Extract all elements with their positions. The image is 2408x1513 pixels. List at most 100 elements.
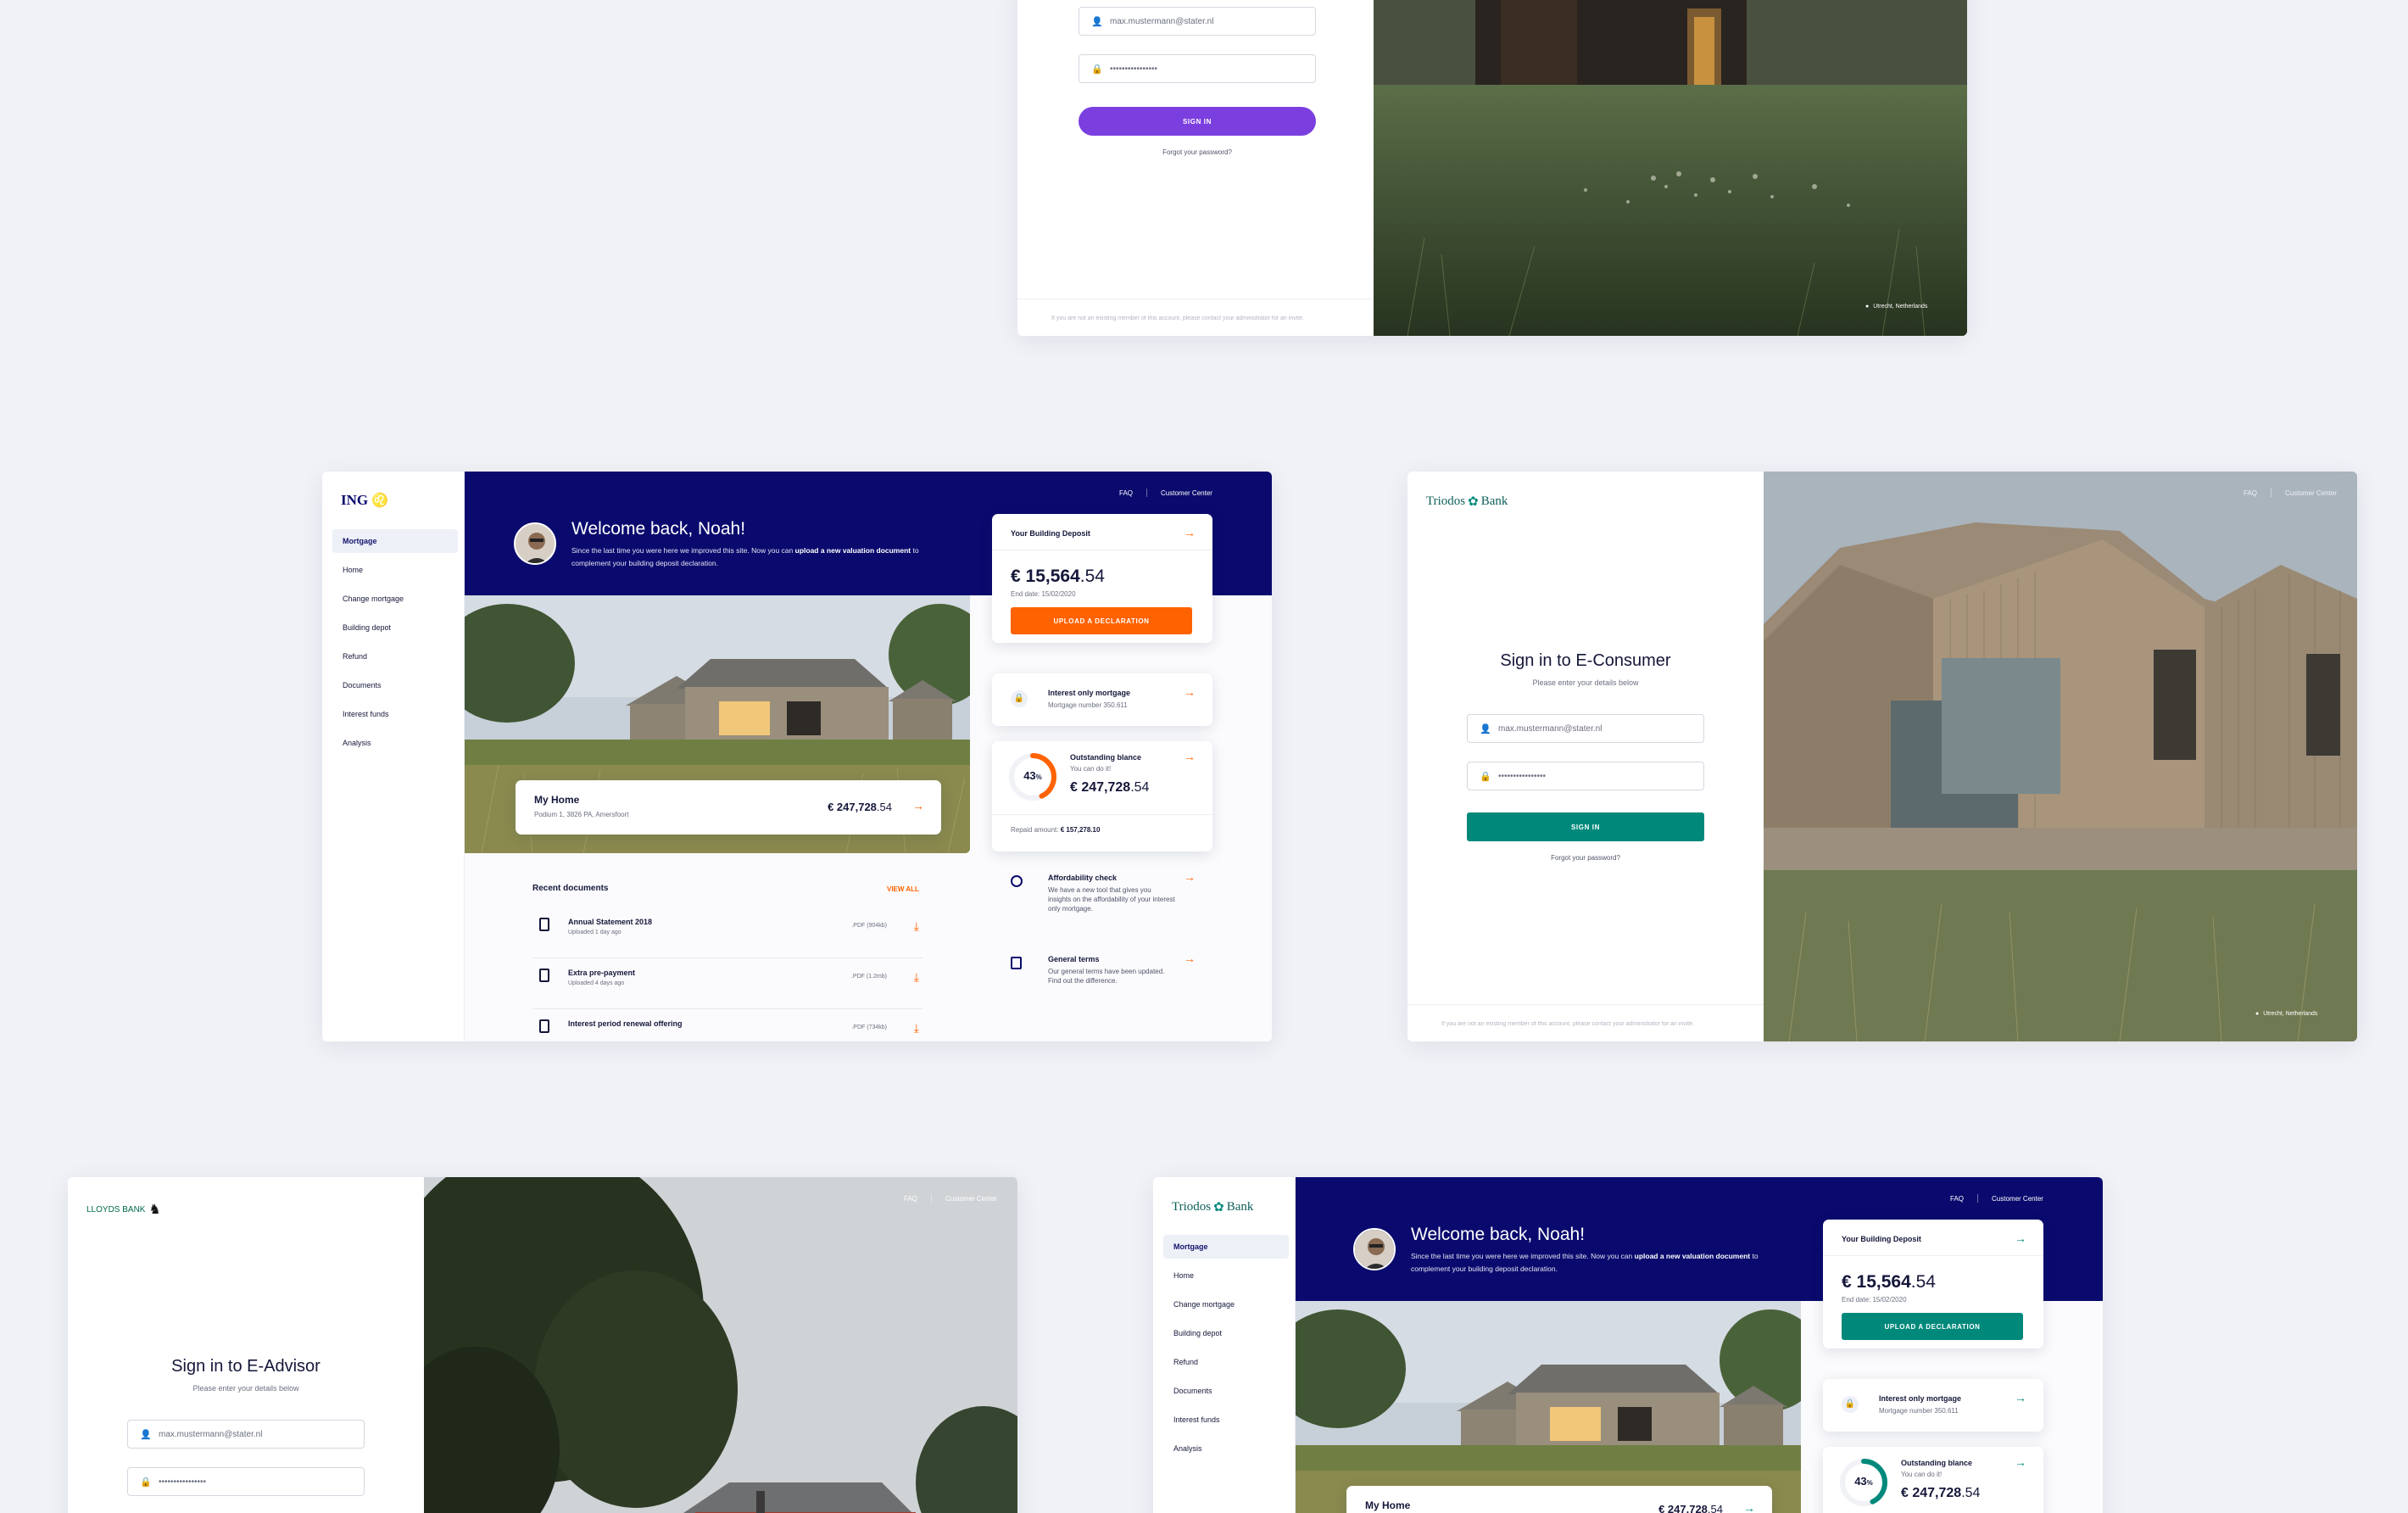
customer-center-link[interactable]: Customer Center: [945, 1195, 997, 1203]
document-name: Annual Statement 2018: [568, 918, 653, 926]
my-home-amount: € 247,728.54: [1658, 1503, 1723, 1513]
my-home-card[interactable]: My Home € 247,728.54 →: [1346, 1486, 1772, 1513]
footer-divider: [1407, 1004, 1764, 1005]
faq-link[interactable]: FAQ: [1119, 489, 1133, 497]
document-size: .PDF (1.2mb): [850, 974, 887, 980]
customer-center-link[interactable]: Customer Center: [1992, 1195, 2043, 1203]
arrow-right-icon[interactable]: →: [1743, 1501, 1755, 1513]
sidebar-item-mortgage[interactable]: Mortgage: [332, 529, 458, 553]
download-icon[interactable]: ⤓: [914, 919, 919, 934]
document-name: Extra pre-payment: [568, 969, 636, 977]
sign-in-button[interactable]: SIGN IN: [1467, 812, 1704, 841]
sidebar-item-refund[interactable]: Refund: [1163, 1350, 1289, 1374]
affordability-item[interactable]: Affordability check We have a new tool t…: [992, 870, 1212, 930]
faq-link[interactable]: FAQ: [2244, 489, 2257, 497]
dashboard-main: FAQ Customer Center Welcome back, Noah! …: [465, 472, 1272, 1041]
login-card-purple: 👤 max.mustermann@stater.nl 🔒 •••••••••••…: [1017, 0, 1967, 336]
email-field[interactable]: 👤 max.mustermann@stater.nl: [127, 1420, 365, 1449]
lloyds-login-card: LLOYDS BANK ♞ Sign in to E-Advisor Please…: [68, 1177, 1017, 1513]
customer-center-link[interactable]: Customer Center: [1161, 489, 1212, 497]
email-field[interactable]: 👤 max.mustermann@stater.nl: [1467, 714, 1704, 743]
arrow-right-icon[interactable]: →: [912, 799, 924, 812]
lock-icon: 🔒: [1091, 64, 1103, 75]
building-deposit-card: Your Building Deposit → € 15,564.54 End …: [1823, 1220, 2043, 1348]
interest-only-title: Interest only mortgage: [1048, 689, 1131, 697]
ing-logo[interactable]: ING ♌: [341, 492, 388, 509]
house-shield-icon: 🔒: [1011, 690, 1028, 707]
sidebar-item-interest-funds[interactable]: Interest funds: [1163, 1408, 1289, 1432]
avatar[interactable]: [1353, 1228, 1396, 1270]
triodos-logo[interactable]: Triodos ✿ Bank: [1172, 1199, 1253, 1215]
outstanding-amount: € 247,728.54: [1070, 780, 1150, 795]
my-home-card[interactable]: My Home Podium 1, 3826 PA, Amersfoort € …: [516, 780, 941, 835]
outstanding-balance-card[interactable]: 43% Outstanding blance You can do it! € …: [992, 741, 1212, 851]
sidebar-item-refund[interactable]: Refund: [332, 645, 458, 668]
upload-declaration-button[interactable]: UPLOAD A DECLARATION: [1011, 607, 1192, 634]
upload-declaration-button[interactable]: UPLOAD A DECLARATION: [1842, 1313, 2023, 1340]
arrow-right-icon[interactable]: →: [2015, 1391, 2026, 1404]
lloyds-logo[interactable]: LLOYDS BANK ♞: [86, 1201, 161, 1218]
sidebar-item-building-depot[interactable]: Building depot: [1163, 1321, 1289, 1345]
house-shield-icon: 🔒: [1842, 1396, 1859, 1413]
email-field[interactable]: 👤 max.mustermann@stater.nl: [1079, 7, 1316, 36]
customer-center-link[interactable]: Customer Center: [2285, 489, 2337, 497]
my-home-address: Podium 1, 3826 PA, Amersfoort: [534, 811, 629, 818]
arrow-right-icon[interactable]: →: [2015, 1231, 2026, 1245]
avatar[interactable]: [514, 522, 556, 565]
welcome-title: Welcome back, Noah!: [1411, 1225, 1586, 1244]
sidebar-item-home[interactable]: Home: [1163, 1264, 1289, 1287]
arrow-right-icon[interactable]: →: [1184, 685, 1196, 699]
triodos-flower-icon: ✿: [1213, 1201, 1224, 1214]
welcome-title: Welcome back, Noah!: [571, 519, 746, 539]
progress-percent: 43%: [1023, 769, 1042, 782]
upload-valuation-link[interactable]: upload a new valuation document: [1635, 1252, 1751, 1260]
forgot-password-link[interactable]: Forgot your password?: [1467, 854, 1704, 862]
password-field[interactable]: 🔒 ••••••••••••••••: [1467, 762, 1704, 790]
top-nav: FAQ Customer Center: [1119, 489, 1212, 497]
interest-only-sub: Mortgage number 350.611: [1879, 1407, 1959, 1415]
login-title: Sign in to E-Consumer: [1500, 651, 1671, 670]
login-subtitle: Please enter your details below: [1532, 678, 1639, 687]
sidebar-item-interest-funds[interactable]: Interest funds: [332, 702, 458, 726]
sidebar-item-change-mortgage[interactable]: Change mortgage: [1163, 1292, 1289, 1316]
email-value: max.mustermann@stater.nl: [1110, 16, 1214, 26]
faq-link[interactable]: FAQ: [1950, 1195, 1964, 1203]
document-row[interactable]: Annual Statement 2018 Uploaded 1 day ago.…: [532, 909, 923, 958]
sidebar-item-home[interactable]: Home: [332, 558, 458, 582]
document-row[interactable]: Interest period renewal offering .PDF (73…: [532, 1011, 923, 1041]
sidebar-item-building-depot[interactable]: Building depot: [332, 616, 458, 639]
forgot-password-link[interactable]: Forgot your password?: [1079, 148, 1316, 156]
horse-icon: ♞: [148, 1203, 161, 1217]
sidebar-item-mortgage[interactable]: Mortgage: [1163, 1235, 1289, 1259]
faq-link[interactable]: FAQ: [904, 1195, 917, 1203]
sidebar-item-documents[interactable]: Documents: [332, 673, 458, 697]
deposit-end-date: End date: 15/02/2020: [1011, 590, 1076, 598]
general-terms-item[interactable]: General terms Our general terms have bee…: [992, 952, 1212, 1011]
download-icon[interactable]: ⤓: [914, 1021, 919, 1036]
arrow-right-icon[interactable]: →: [1184, 952, 1196, 965]
sidebar-item-analysis[interactable]: Analysis: [332, 731, 458, 755]
top-nav: FAQ Customer Center: [2244, 489, 2337, 497]
login-title: Sign in to E-Advisor: [171, 1357, 321, 1376]
arrow-right-icon[interactable]: →: [2015, 1455, 2026, 1469]
password-field[interactable]: 🔒 ••••••••••••••••: [1079, 54, 1316, 83]
arrow-right-icon[interactable]: →: [1184, 526, 1196, 539]
interest-only-card[interactable]: 🔒 Interest only mortgage Mortgage number…: [1823, 1379, 2043, 1432]
sidebar: Triodos ✿ Bank Mortgage Home Change mortgage…: [1153, 1177, 1296, 1513]
deposit-title: Your Building Deposit: [1011, 529, 1090, 538]
sign-in-button[interactable]: SIGN IN: [1079, 107, 1316, 136]
interest-only-card[interactable]: 🔒 Interest only mortgage Mortgage number…: [992, 673, 1212, 726]
triodos-logo[interactable]: Triodos ✿ Bank: [1426, 494, 1508, 510]
outstanding-balance-card[interactable]: 43% Outstanding blance You can do it! € …: [1823, 1447, 2043, 1513]
upload-valuation-link[interactable]: upload a new valuation document: [795, 546, 911, 555]
arrow-right-icon[interactable]: →: [1184, 750, 1196, 763]
password-field[interactable]: 🔒 ••••••••••••••••: [127, 1467, 365, 1496]
sidebar-item-analysis[interactable]: Analysis: [1163, 1437, 1289, 1460]
sidebar-item-documents[interactable]: Documents: [1163, 1379, 1289, 1403]
sidebar-item-change-mortgage[interactable]: Change mortgage: [332, 587, 458, 611]
view-all-link[interactable]: VIEW ALL: [887, 885, 919, 893]
coin-icon: [1011, 875, 1023, 887]
document-row[interactable]: Extra pre-payment Uploaded 4 days ago .PDF…: [532, 960, 923, 1009]
arrow-right-icon[interactable]: →: [1184, 870, 1196, 884]
download-icon[interactable]: ⤓: [914, 970, 919, 985]
